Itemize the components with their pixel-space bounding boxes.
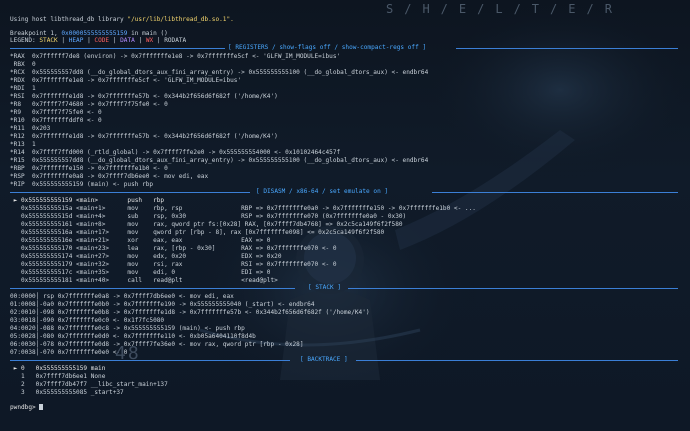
stack-divider-right: [348, 288, 678, 289]
registers-header: [ REGISTERS / show-flags off / show-comp…: [228, 44, 427, 51]
disasm-row: 0x55555555515d <main+4> sub rsp, 0x30 RS…: [10, 213, 407, 220]
register-row: *RBP 0x7fffffffe150 -> 0x7fffffffe1b0 <-…: [10, 165, 168, 172]
backtrace-row: 2 0x7ffff7db47f7 __libc_start_main+137: [10, 381, 168, 388]
register-row: *R8 0x7ffff7f74680 -> 0x7ffff7f75fe0 <- …: [10, 101, 168, 108]
stack-row: 01:0008│-0a0 0x7fffffffe0b0 -> 0x7ffffff…: [10, 301, 315, 308]
register-row: RBX 0: [10, 61, 36, 68]
register-row: *R10 0x7fffffffddf0 <- 0: [10, 117, 102, 124]
register-row: *RDX 0x7fffffffe1e8 -> 0x7fffffffe5cf <-…: [10, 77, 242, 84]
stack-row: 07:0038│-070 0x7fffffffe0e0 <- 0: [10, 349, 128, 356]
terminal-window: S/H/E/L/T/E/R Using host libthread_db li…: [0, 0, 690, 431]
disasm-row: 0x55555555516e <main+21> xor eax, eax EA…: [10, 237, 271, 244]
disasm-divider-left: [10, 192, 250, 193]
register-row: *R15 0x555555557dd8 (__do_global_dtors_a…: [10, 157, 429, 164]
register-row: *RSP 0x7fffffffe0a8 -> 0x7ffff7db6ee0 <-…: [10, 173, 209, 180]
stack-divider-left: [10, 288, 295, 289]
registers-divider-right: [456, 48, 678, 49]
disasm-divider-right: [432, 192, 678, 193]
backtrace-row: 1 0x7ffff7db6ee1 None: [10, 373, 106, 380]
backtrace-header: [ BACKTRACE ]: [300, 356, 348, 363]
register-row: *RCX 0x555555557dd8 (__do_global_dtors_a…: [10, 69, 429, 76]
using-line: Using host libthread_db library "/usr/li…: [10, 16, 234, 23]
backtrace-row: 3 0x555555555085 _start+37: [10, 389, 124, 396]
register-row: *RAX 0x7ffffff7de8 (environ) -> 0x7fffff…: [10, 53, 341, 60]
disasm-row: 0x555555555170 <main+23> lea rax, [rbp -…: [10, 245, 337, 252]
register-row: *R13 1: [10, 141, 36, 148]
disasm-row: 0x55555555517c <main+35> mov edi, 0 EDI …: [10, 269, 271, 276]
register-row: *RSI 0x7fffffffe1d8 -> 0x7fffffffe57b <-…: [10, 93, 278, 100]
cursor: [39, 404, 44, 410]
legend-line: LEGEND: STACK | HEAP | CODE | DATA | WX …: [10, 37, 187, 44]
register-row: *RIP 0x555555555159 (main) <- push rbp: [10, 181, 154, 188]
disasm-header: [ DISASM / x86-64 / set emulate on ]: [256, 188, 389, 195]
breakpoint-line: Breakpoint 1, 0x0000555555555159 in main…: [10, 30, 168, 37]
stack-row: 03:0018│-090 0x7fffffffe0c0 <- 0x1f7fc50…: [10, 317, 165, 324]
backtrace-divider-right: [356, 360, 678, 361]
stack-row: 06:0030│-078 0x7fffffffe0d8 -> 0x7ffff7f…: [10, 341, 304, 348]
command-prompt[interactable]: pwndbg>: [10, 404, 44, 411]
disasm-row: 0x555555555181 <main+40> call read@plt <…: [10, 277, 278, 284]
stack-header: [ STACK ]: [308, 284, 342, 291]
disasm-row-current: ► 0x555555555159 <main> push rbp: [10, 197, 165, 204]
stack-row: 04:0020│-088 0x7fffffffe0c8 -> 0x5555555…: [10, 325, 245, 332]
disasm-row: 0x55555555516a <main+17> mov qword ptr […: [10, 229, 385, 236]
stack-row: 00:0000│ rsp 0x7fffffffe0a8 -> 0x7ffff7d…: [10, 293, 234, 300]
stack-row: 05:0028│-080 0x7fffffffe0d0 <- 0x7ffffff…: [10, 333, 256, 340]
backtrace-row-current: ► 0 0x555555555159 main: [10, 365, 106, 372]
register-row: *R9 0x7ffff7f75fe0 <- 0: [10, 109, 102, 116]
register-row: *R12 0x7fffffffe1d8 -> 0x7fffffffe57b <-…: [10, 133, 278, 140]
registers-divider-left: [10, 48, 225, 49]
watermark-title: S/H/E/L/T/E/R: [386, 2, 623, 16]
stack-row: 02:0010│-098 0x7fffffffe0b8 -> 0x7ffffff…: [10, 309, 370, 316]
disasm-row: 0x555555555179 <main+32> mov rsi, rax RS…: [10, 261, 337, 268]
register-row: *R14 0x7ffff7ffd000 (_rtld_global) -> 0x…: [10, 149, 341, 156]
register-row: *R11 0x203: [10, 125, 51, 132]
disasm-row: 0x555555555161 <main+8> mov rax, qword p…: [10, 221, 403, 228]
disasm-row: 0x555555555174 <main+27> mov edx, 0x20 E…: [10, 253, 282, 260]
register-row: *RDI 1: [10, 85, 36, 92]
backtrace-divider-left: [10, 360, 290, 361]
disasm-row: 0x55555555515a <main+1> mov rbp, rsp RBP…: [10, 205, 476, 212]
